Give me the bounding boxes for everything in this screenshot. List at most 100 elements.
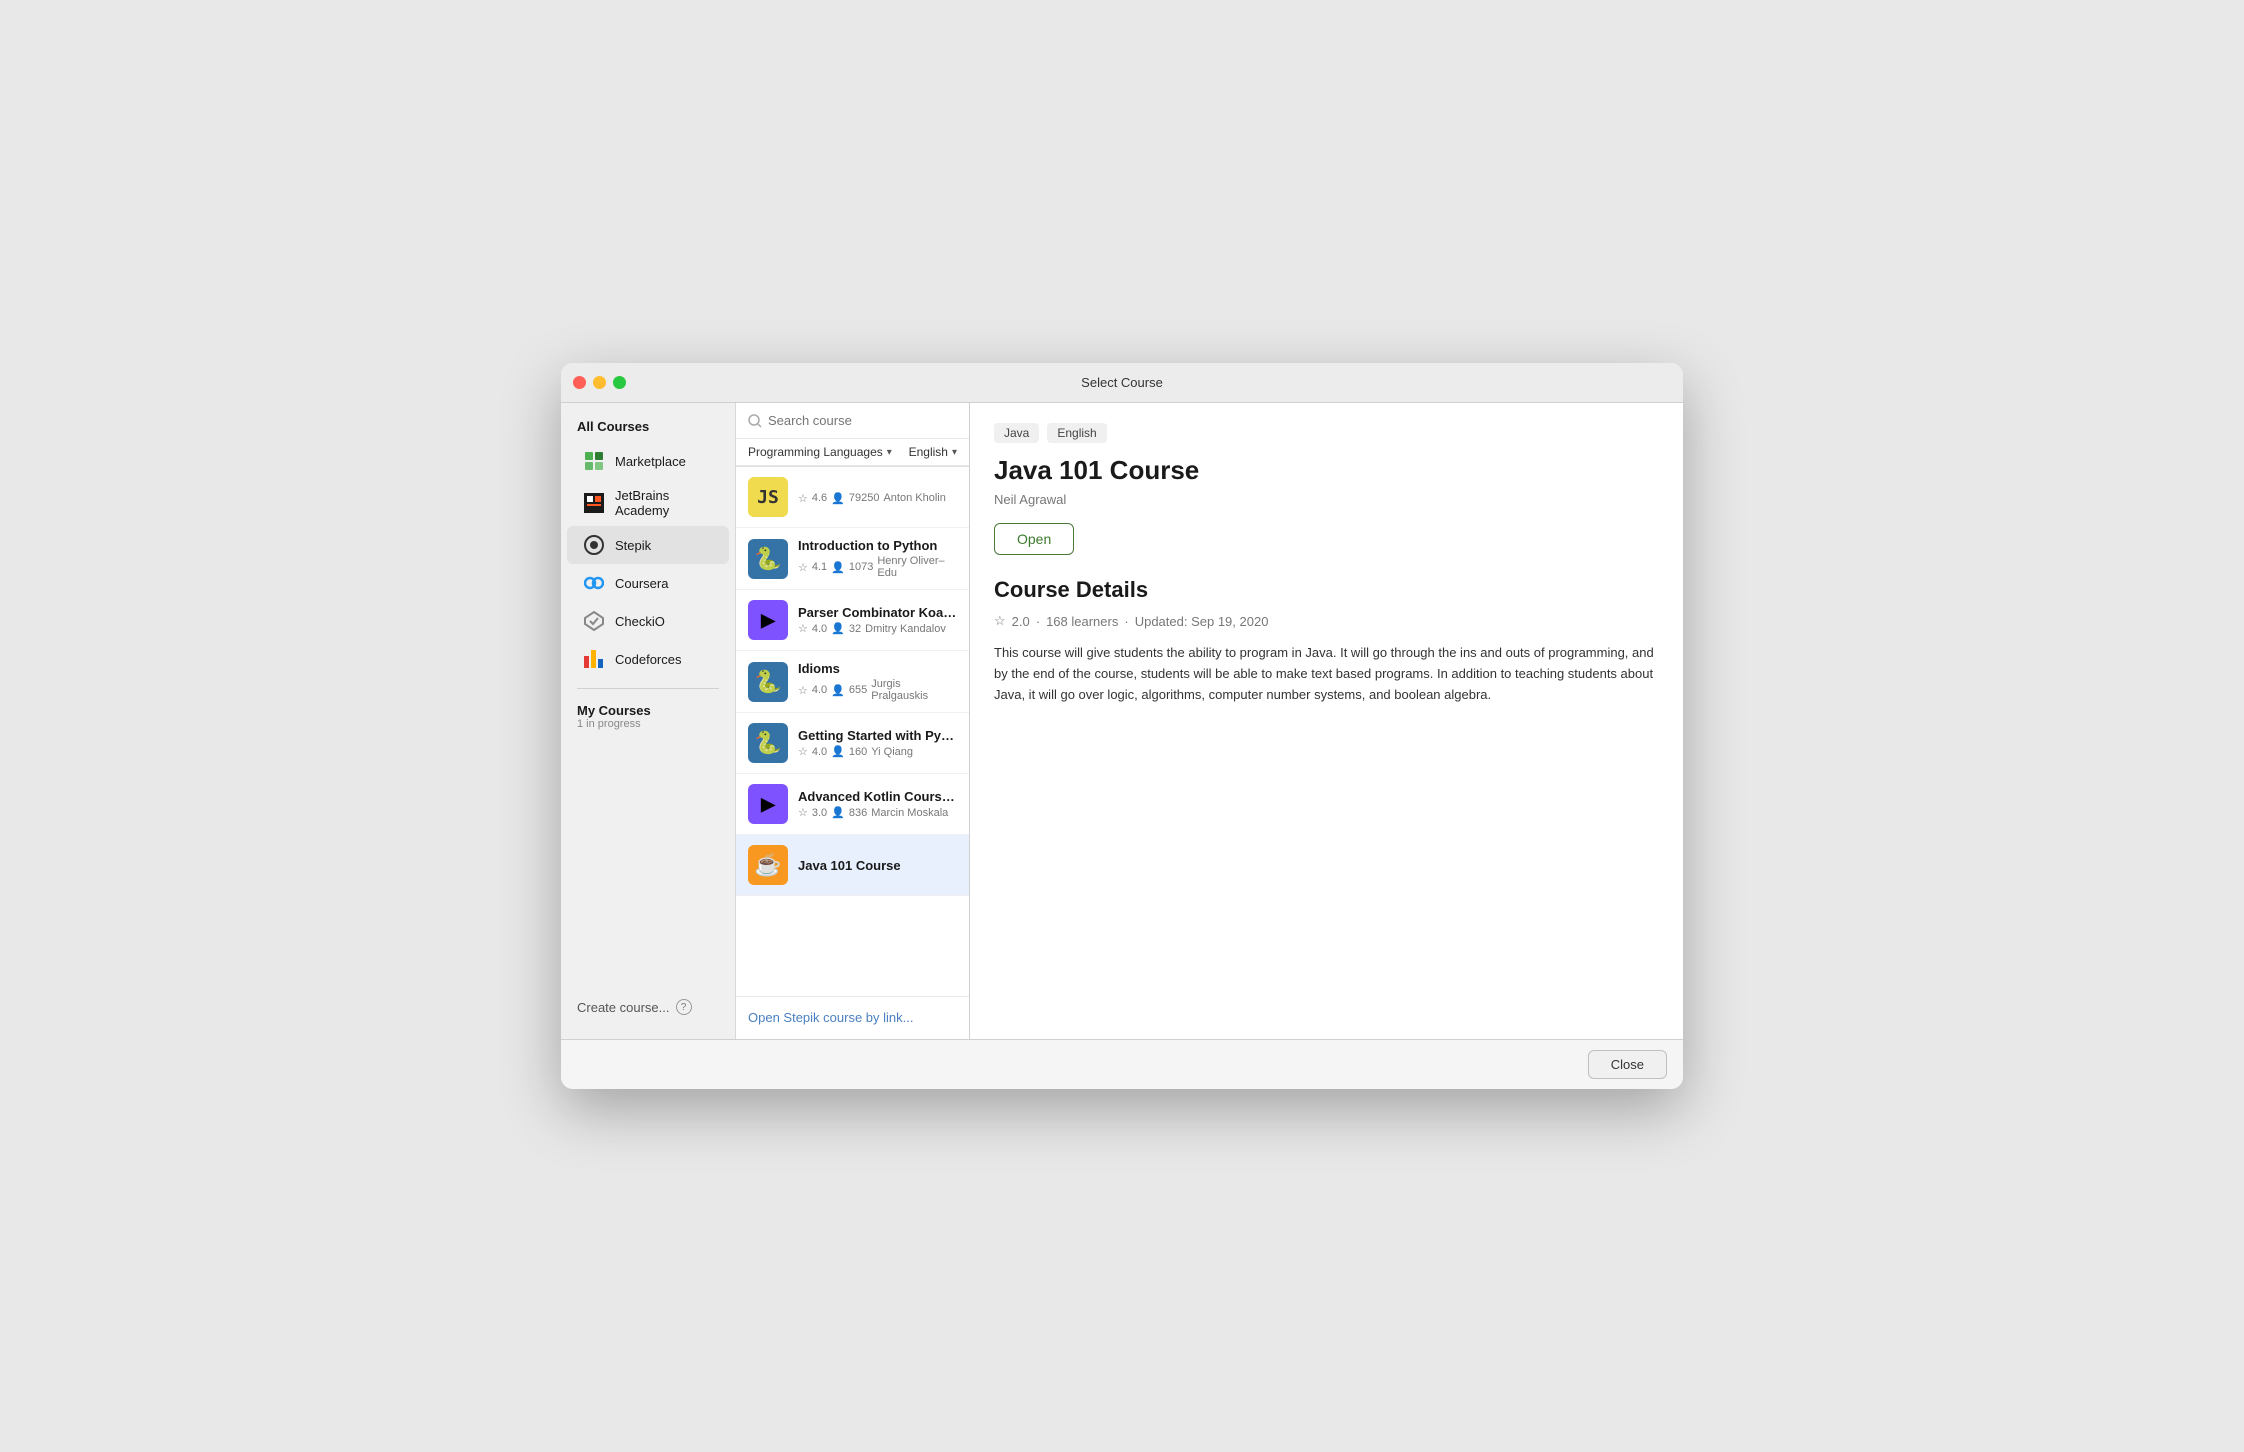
course-info: Advanced Kotlin Course Kt... ☆ 3.0 👤 836…: [798, 789, 957, 819]
traffic-lights: [573, 376, 626, 389]
close-traffic-light[interactable]: [573, 376, 586, 389]
course-rating: 4.0: [812, 623, 827, 635]
lang-filter-label: English: [909, 445, 948, 459]
course-learners: 1073: [849, 561, 873, 573]
course-name: Idioms: [798, 661, 957, 676]
main-content: All Courses Marketplace: [561, 403, 1683, 1039]
codeforces-icon: [583, 648, 605, 670]
course-learners: 32: [849, 623, 861, 635]
separator2: ·: [1124, 614, 1128, 629]
create-course-link[interactable]: Create course...: [577, 1000, 670, 1015]
window-title: Select Course: [1081, 375, 1163, 390]
course-meta: ☆ 3.0 👤 836 Marcin Moskala: [798, 806, 957, 819]
course-rating: 4.0: [812, 746, 827, 758]
search-input[interactable]: [768, 413, 957, 428]
course-name: Parser Combinator Koans: [798, 605, 957, 620]
course-thumb-java: ☕: [748, 845, 788, 885]
list-item[interactable]: JS ☆ 4.6 👤 79250 Anton Kholin: [736, 467, 969, 528]
search-icon: [748, 414, 762, 428]
course-details-meta: ☆ 2.0 · 168 learners · Updated: Sep 19, …: [994, 613, 1659, 629]
detail-updated: Updated: Sep 19, 2020: [1135, 614, 1269, 629]
sidebar-marketplace-label: Marketplace: [615, 454, 686, 469]
course-rating: 4.6: [812, 492, 827, 504]
sidebar-item-coursera[interactable]: Coursera: [567, 564, 729, 602]
open-stepik-link-container: Open Stepik course by link...: [736, 996, 969, 1039]
help-icon[interactable]: ?: [676, 999, 692, 1015]
close-button[interactable]: Close: [1588, 1050, 1667, 1079]
list-item[interactable]: 🐍 Introduction to Python ☆ 4.1 👤 1073 He…: [736, 528, 969, 590]
course-rating: 3.0: [812, 807, 827, 819]
sidebar-jetbrains-label: JetBrains Academy: [615, 488, 713, 518]
sidebar-item-stepik[interactable]: Stepik: [567, 526, 729, 564]
list-item[interactable]: 🐍 Getting Started with Pytho... ☆ 4.0 👤 …: [736, 713, 969, 774]
sidebar-item-marketplace[interactable]: Marketplace: [567, 442, 729, 480]
course-name: Getting Started with Pytho...: [798, 728, 957, 743]
sidebar-item-checkio[interactable]: CheckiO: [567, 602, 729, 640]
list-item-java101[interactable]: ☕ Java 101 Course: [736, 835, 969, 896]
language-filter-dropdown[interactable]: Programming Languages ▾: [748, 445, 892, 459]
detail-title: Java 101 Course: [994, 455, 1659, 486]
checkio-icon: [583, 610, 605, 632]
list-item[interactable]: 🐍 Idioms ☆ 4.0 👤 655 Jurgis Pralgauskis: [736, 651, 969, 713]
all-courses-label: All Courses: [561, 415, 735, 442]
list-item[interactable]: ▶ Parser Combinator Koans ☆ 4.0 👤 32 Dmi…: [736, 590, 969, 651]
course-learners: 655: [849, 684, 867, 696]
course-name: Introduction to Python: [798, 538, 957, 553]
sidebar-item-jetbrains[interactable]: JetBrains Academy: [567, 480, 729, 526]
people-icon: 👤: [831, 492, 845, 505]
open-course-button[interactable]: Open: [994, 523, 1074, 555]
people-icon: 👤: [831, 622, 845, 635]
course-description: This course will give students the abili…: [994, 643, 1659, 705]
course-thumb-kotlin: ▶: [748, 600, 788, 640]
lang-chevron-icon: ▾: [952, 447, 957, 458]
jetbrains-icon: [583, 492, 605, 514]
sidebar-codeforces-label: Codeforces: [615, 652, 681, 667]
people-icon: 👤: [831, 806, 845, 819]
people-icon: 👤: [831, 684, 845, 697]
course-thumb-python: 🐍: [748, 539, 788, 579]
main-window: Select Course All Courses Marketplace: [561, 363, 1683, 1089]
course-meta: ☆ 4.6 👤 79250 Anton Kholin: [798, 492, 957, 505]
detail-author: Neil Agrawal: [994, 492, 1659, 507]
detail-tags: Java English: [994, 423, 1659, 443]
course-author: Dmitry Kandalov: [865, 623, 946, 635]
people-icon: 👤: [831, 561, 845, 574]
sidebar-item-codeforces[interactable]: Codeforces: [567, 640, 729, 678]
course-author: Marcin Moskala: [871, 807, 948, 819]
lang-filter-dropdown[interactable]: English ▾: [909, 445, 957, 459]
sidebar-stepik-label: Stepik: [615, 538, 651, 553]
course-meta: ☆ 4.0 👤 160 Yi Qiang: [798, 745, 957, 758]
minimize-traffic-light[interactable]: [593, 376, 606, 389]
course-name: Java 101 Course: [798, 858, 957, 873]
course-info: Idioms ☆ 4.0 👤 655 Jurgis Pralgauskis: [798, 661, 957, 702]
course-learners: 79250: [849, 492, 880, 504]
sidebar-divider: [577, 688, 719, 689]
sidebar: All Courses Marketplace: [561, 403, 736, 1039]
separator1: ·: [1036, 614, 1040, 629]
star-icon: ☆: [798, 806, 808, 819]
course-thumb-python2: 🐍: [748, 662, 788, 702]
course-author: Anton Kholin: [883, 492, 945, 504]
coursera-icon: [583, 572, 605, 594]
course-name: Advanced Kotlin Course Kt...: [798, 789, 957, 804]
tag-java: Java: [994, 423, 1039, 443]
language-chevron-icon: ▾: [887, 447, 892, 458]
course-info: Parser Combinator Koans ☆ 4.0 👤 32 Dmitr…: [798, 605, 957, 635]
course-thumb-kotlin2: ▶: [748, 784, 788, 824]
my-courses-section: My Courses 1 in progress: [561, 699, 735, 732]
maximize-traffic-light[interactable]: [613, 376, 626, 389]
detail-rating: 2.0: [1012, 614, 1030, 629]
open-stepik-link[interactable]: Open Stepik course by link...: [748, 1010, 913, 1025]
course-thumb-js: JS: [748, 477, 788, 517]
people-icon: 👤: [831, 745, 845, 758]
course-author: Yi Qiang: [871, 746, 913, 758]
course-details-heading: Course Details: [994, 577, 1659, 603]
window-footer: Close: [561, 1039, 1683, 1089]
course-info: Getting Started with Pytho... ☆ 4.0 👤 16…: [798, 728, 957, 758]
list-item[interactable]: ▶ Advanced Kotlin Course Kt... ☆ 3.0 👤 8…: [736, 774, 969, 835]
my-courses-title: My Courses: [577, 703, 719, 718]
star-icon-detail: ☆: [994, 613, 1006, 629]
star-icon: ☆: [798, 745, 808, 758]
filter-bar: Programming Languages ▾ English ▾: [736, 439, 969, 466]
my-courses-sub: 1 in progress: [577, 718, 719, 730]
